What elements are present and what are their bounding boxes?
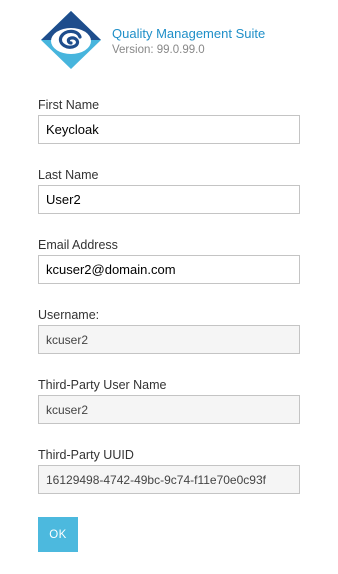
third-party-username-input <box>38 395 300 424</box>
third-party-username-label: Third-Party User Name <box>38 378 167 392</box>
third-party-uuid-input <box>38 465 300 494</box>
logo-icon <box>41 11 101 69</box>
email-label: Email Address <box>38 238 118 252</box>
first-name-label: First Name <box>38 98 100 112</box>
user-profile-form: First Name Last Name Email Address Usern… <box>38 97 300 517</box>
last-name-label: Last Name <box>38 168 99 182</box>
first-name-input[interactable] <box>38 115 300 144</box>
username-label: Username: <box>38 308 100 322</box>
third-party-uuid-label: Third-Party UUID <box>38 448 134 462</box>
last-name-field-group: Last Name <box>38 167 300 237</box>
app-title: Quality Management Suite <box>112 26 266 41</box>
app-version: Version: 99.0.99.0 <box>112 44 205 56</box>
last-name-input[interactable] <box>38 185 300 214</box>
third-party-uuid-field-group: Third-Party UUID <box>38 447 300 517</box>
username-input <box>38 325 300 354</box>
third-party-username-field-group: Third-Party User Name <box>38 377 300 447</box>
first-name-field-group: First Name <box>38 97 300 167</box>
username-field-group: Username: <box>38 307 300 377</box>
email-field-group: Email Address <box>38 237 300 307</box>
ok-button[interactable]: OK <box>38 517 78 552</box>
app-header: Quality Management Suite Version: 99.0.9… <box>40 10 320 70</box>
email-input[interactable] <box>38 255 300 284</box>
